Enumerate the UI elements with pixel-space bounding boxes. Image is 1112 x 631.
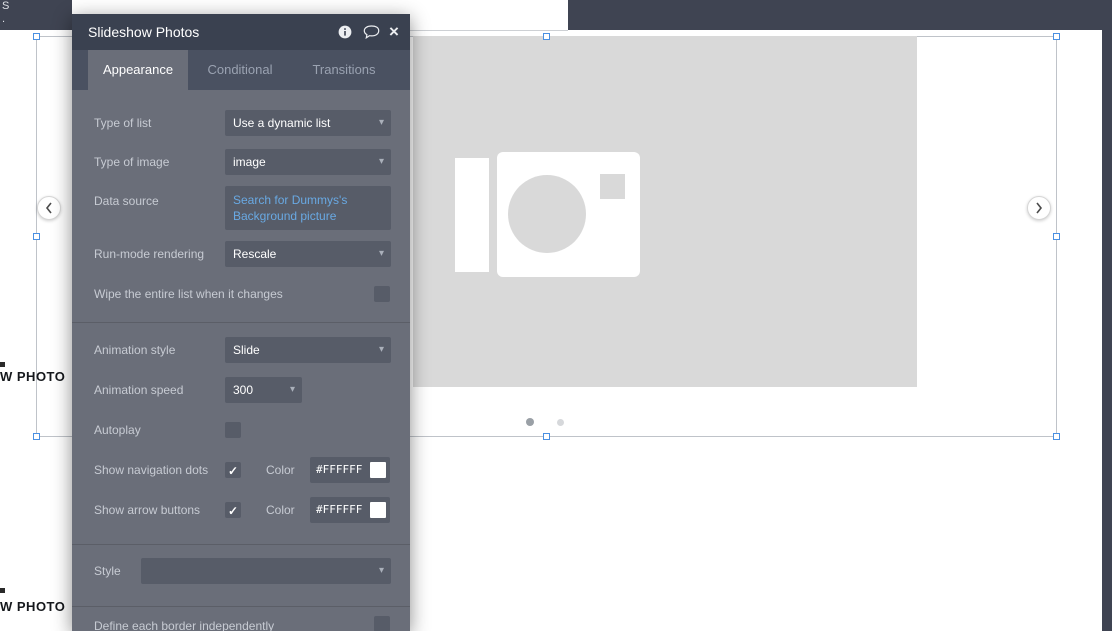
nav-dots-color-label: Color [266,462,295,478]
animation-style-dropdown[interactable]: Slide ▾ [225,337,391,363]
chevron-down-icon: ▾ [379,149,384,175]
type-of-image-dropdown[interactable]: image ▾ [225,149,391,175]
tab-transitions[interactable]: Transitions [292,50,396,90]
info-icon[interactable] [338,25,352,44]
selection-handle-top-center[interactable] [543,33,550,40]
show-arrow-buttons-label: Show arrow buttons [94,502,200,518]
camera-placeholder-icon [455,152,640,277]
panel-tabbar: Appearance Conditional Transitions [72,50,410,90]
topbar-right-segment [568,0,1112,30]
element-marker-square [0,362,5,367]
selection-handle-bottom-left[interactable] [33,433,40,440]
animation-speed-dropdown[interactable]: 300 ▾ [225,377,302,403]
slideshow-image-placeholder[interactable] [413,36,917,387]
show-nav-dots-checkbox[interactable]: ✓ [225,462,241,478]
define-border-label: Define each border independently [94,618,274,631]
type-of-image-value: image [233,155,266,169]
chevron-down-icon: ▾ [379,110,384,136]
run-mode-rendering-value: Rescale [233,247,276,261]
right-edge-strip [1102,0,1112,631]
data-source-line1: Search for Dummys's [233,192,383,208]
arrow-buttons-color-label: Color [266,502,295,518]
type-of-list-value: Use a dynamic list [233,116,330,130]
slideshow-prev-button[interactable] [37,196,61,220]
element-marker-square [0,588,5,593]
run-mode-rendering-label: Run-mode rendering [94,241,204,267]
animation-speed-label: Animation speed [94,377,183,403]
chevron-down-icon: ▾ [379,241,384,267]
run-mode-rendering-dropdown[interactable]: Rescale ▾ [225,241,391,267]
define-border-checkbox[interactable] [374,616,390,631]
slideshow-next-button[interactable] [1027,196,1051,220]
style-label: Style [94,558,121,584]
topbar-bottom-line [410,30,568,31]
chevron-down-icon: ▾ [379,337,384,363]
section-divider [72,322,410,323]
type-of-list-dropdown[interactable]: Use a dynamic list ▾ [225,110,391,136]
animation-style-value: Slide [233,343,260,357]
wipe-list-checkbox[interactable] [374,286,390,302]
selection-handle-top-left[interactable] [33,33,40,40]
type-of-list-label: Type of list [94,110,151,136]
topbar-left-text-line1: S [0,0,72,13]
nav-dots-color-value: #FFFFFF [310,463,362,476]
nav-dots-color-input[interactable]: #FFFFFF [310,457,390,483]
panel-header[interactable]: Slideshow Photos × [72,14,410,50]
property-editor-panel: Slideshow Photos × Appearance Conditiona… [72,14,410,631]
animation-speed-value: 300 [233,383,253,397]
chevron-down-icon: ▾ [290,377,295,403]
tab-appearance[interactable]: Appearance [88,50,188,90]
panel-title: Slideshow Photos [72,14,410,50]
topbar-left-text-line2: . [0,13,72,26]
selection-handle-mid-left[interactable] [33,233,40,240]
selection-handle-bottom-center[interactable] [543,433,550,440]
canvas-heading-bottom: W PHOTO [0,599,65,614]
checkmark-icon: ✓ [228,464,238,478]
data-source-expression[interactable]: Search for Dummys's Background picture [225,186,391,230]
checkmark-icon: ✓ [228,504,238,518]
show-nav-dots-label: Show navigation dots [94,462,208,478]
canvas-heading-mid: W PHOTO [0,369,65,384]
autoplay-checkbox[interactable] [225,422,241,438]
chevron-down-icon: ▾ [379,558,384,584]
topbar-left-segment: S . [0,0,72,30]
editor-canvas: S . W PHOTO W PHOTO [0,0,1112,631]
autoplay-label: Autoplay [94,422,141,438]
section-divider [72,606,410,607]
comment-icon[interactable] [363,25,380,44]
selection-handle-bottom-right[interactable] [1053,433,1060,440]
type-of-image-label: Type of image [94,149,169,175]
data-source-label: Data source [94,188,159,214]
slideshow-nav-dot [557,419,564,426]
close-icon[interactable]: × [389,21,399,43]
wipe-list-label: Wipe the entire list when it changes [94,286,283,302]
arrow-buttons-color-value: #FFFFFF [310,503,362,516]
arrow-buttons-color-input[interactable]: #FFFFFF [310,497,390,523]
data-source-line2: Background picture [233,208,383,224]
animation-style-label: Animation style [94,337,175,363]
show-arrow-buttons-checkbox[interactable]: ✓ [225,502,241,518]
style-dropdown[interactable]: ▾ [141,558,391,584]
selection-handle-mid-right[interactable] [1053,233,1060,240]
section-divider [72,544,410,545]
chevron-left-icon [45,202,53,214]
chevron-right-icon [1035,202,1043,214]
arrow-buttons-color-swatch[interactable] [370,502,386,518]
slideshow-nav-dot-active [526,418,534,426]
selection-handle-top-right[interactable] [1053,33,1060,40]
nav-dots-color-swatch[interactable] [370,462,386,478]
tab-conditional[interactable]: Conditional [188,50,292,90]
